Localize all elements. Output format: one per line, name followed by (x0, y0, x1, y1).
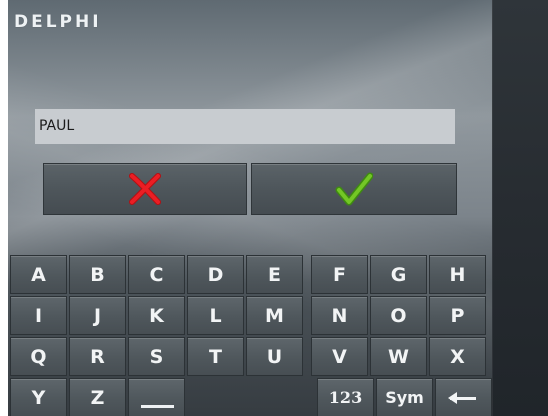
key-b[interactable]: B (69, 255, 126, 294)
key-y[interactable]: Y (10, 378, 67, 416)
key-f[interactable]: F (311, 255, 368, 294)
backspace-arrow-icon (448, 392, 476, 404)
key-s[interactable]: S (128, 337, 185, 376)
name-input[interactable]: PAUL (35, 109, 455, 144)
key-o[interactable]: O (370, 296, 427, 335)
key-d[interactable]: D (187, 255, 244, 294)
device: DELPHI PAUL A B C D E F G H I J K L M N … (8, 0, 548, 416)
red-x-icon (129, 173, 161, 205)
key-u[interactable]: U (246, 337, 303, 376)
key-n[interactable]: N (311, 296, 368, 335)
key-g[interactable]: G (370, 255, 427, 294)
green-check-icon (335, 172, 373, 206)
delphi-logo: DELPHI (14, 12, 102, 32)
key-c[interactable]: C (128, 255, 185, 294)
key-h[interactable]: H (429, 255, 486, 294)
backspace-key[interactable] (435, 378, 492, 416)
key-l[interactable]: L (187, 296, 244, 335)
space-key[interactable] (128, 378, 185, 416)
key-p[interactable]: P (429, 296, 486, 335)
confirm-button[interactable] (251, 163, 457, 215)
key-j[interactable]: J (69, 296, 126, 335)
numbers-key[interactable]: 123 (317, 378, 374, 416)
key-x[interactable]: X (429, 337, 486, 376)
side-panel (492, 0, 548, 416)
key-m[interactable]: M (246, 296, 303, 335)
on-screen-keyboard: A B C D E F G H I J K L M N O P Q R S T … (8, 253, 492, 416)
key-w[interactable]: W (370, 337, 427, 376)
key-e[interactable]: E (246, 255, 303, 294)
key-r[interactable]: R (69, 337, 126, 376)
key-t[interactable]: T (187, 337, 244, 376)
symbols-key[interactable]: Sym (376, 378, 433, 416)
key-v[interactable]: V (311, 337, 368, 376)
key-z[interactable]: Z (69, 378, 126, 416)
space-icon (141, 405, 174, 408)
key-k[interactable]: K (128, 296, 185, 335)
key-i[interactable]: I (10, 296, 67, 335)
screen: DELPHI PAUL A B C D E F G H I J K L M N … (8, 0, 492, 416)
key-q[interactable]: Q (10, 337, 67, 376)
key-a[interactable]: A (10, 255, 67, 294)
cancel-button[interactable] (43, 163, 247, 215)
